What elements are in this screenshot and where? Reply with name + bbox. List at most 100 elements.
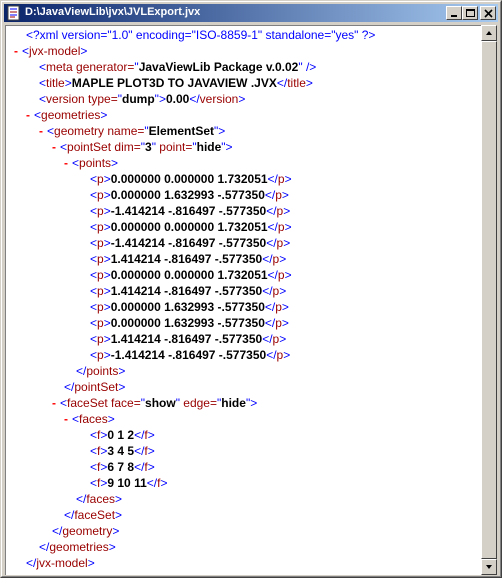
xml-bracket: >	[281, 316, 289, 330]
xml-bracket: >	[118, 364, 126, 378]
xml-node-faceset[interactable]: - <faceSet face="show" edge="hide">	[52, 395, 257, 411]
application-window: D:\JavaViewLib\jvx\JVLExport.jvx <?xml v…	[0, 0, 502, 578]
xml-tag-name: title	[46, 76, 65, 90]
collapse-toggle[interactable]: -	[64, 156, 68, 170]
xml-bracket: <	[39, 60, 47, 74]
minimize-button[interactable]	[446, 6, 462, 20]
xml-text: 0.000000 0.000000 1.732051	[110, 268, 268, 282]
xml-node-point: <p>0.000000 0.000000 1.732051</p>	[90, 219, 292, 235]
xml-attr-name: dim=	[111, 140, 141, 154]
xml-bracket: </	[266, 236, 277, 250]
collapse-toggle[interactable]: -	[64, 412, 68, 426]
xml-bracket: </	[189, 92, 200, 106]
xml-bracket: </	[39, 540, 50, 554]
xml-bracket: </	[276, 76, 288, 90]
collapse-toggle[interactable]: -	[52, 140, 56, 154]
xml-text: 0.000000 1.632993 -.577350	[110, 300, 265, 314]
window-title: D:\JavaViewLib\jvx\JVLExport.jvx	[25, 6, 201, 18]
xml-node-points[interactable]: - <points>	[64, 155, 118, 171]
xml-tag-name: faceSet	[74, 508, 116, 522]
xml-bracket: <	[90, 204, 98, 218]
xml-tag-name: faces	[79, 412, 108, 426]
xml-node-face: <f>0 1 2</f>	[90, 427, 155, 443]
xml-bracket: </	[64, 508, 75, 522]
xml-tag-name: geometries	[41, 108, 101, 122]
xml-bracket: >	[115, 492, 123, 506]
xml-bracket: </	[76, 364, 87, 378]
xml-node-point: <p>-1.414214 -.816497 -.577350</p>	[90, 235, 290, 251]
xml-close-points: </points>	[76, 363, 125, 379]
xml-node-jvx-model[interactable]: - <jvx-model>	[14, 43, 87, 59]
xml-tag-name: meta	[46, 60, 73, 74]
xml-bracket: <	[90, 428, 98, 442]
scroll-down-button[interactable]	[481, 559, 497, 575]
xml-bracket: </	[264, 188, 276, 202]
xml-bracket: >	[112, 524, 120, 538]
xml-bracket: >	[103, 204, 111, 218]
scroll-thumb[interactable]	[481, 41, 497, 559]
collapse-toggle[interactable]: -	[14, 44, 18, 58]
xml-attr-name: type=	[84, 92, 118, 106]
xml-tag-name: geometry	[54, 124, 105, 138]
xml-document-icon	[6, 5, 22, 21]
xml-bracket: >	[100, 108, 108, 122]
xml-bracket: </	[266, 204, 277, 218]
xml-bracket: <	[90, 316, 98, 330]
xml-bracket: >	[147, 428, 155, 442]
xml-attr-value: ElementSet	[148, 124, 215, 138]
xml-node-geometry[interactable]: - <geometry name="ElementSet">	[39, 123, 225, 139]
xml-node-pointset[interactable]: - <pointSet dim="3" point="hide">	[52, 139, 233, 155]
close-icon	[484, 9, 493, 18]
xml-bracket: >	[279, 332, 287, 346]
collapse-toggle[interactable]: -	[26, 108, 30, 122]
xml-bracket: >	[238, 92, 246, 106]
xml-bracket: >	[284, 268, 292, 282]
xml-node-point: <p>0.000000 1.632993 -.577350</p>	[90, 187, 289, 203]
xml-bracket: >	[160, 476, 168, 490]
xml-tag-name: p	[97, 284, 104, 298]
xml-text: -1.414214 -.816497 -.577350	[110, 236, 267, 250]
xml-bracket: </	[264, 316, 276, 330]
xml-node-geometries[interactable]: - <geometries>	[26, 107, 107, 123]
xml-tag-name: version	[46, 92, 85, 106]
xml-tag-name: pointSet	[74, 380, 119, 394]
xml-bracket: >	[283, 348, 291, 362]
xml-bracket: </	[134, 428, 145, 442]
xml-bracket: </	[262, 252, 273, 266]
xml-tag-name: p	[97, 332, 104, 346]
close-button[interactable]	[480, 6, 496, 20]
xml-bracket: >	[103, 348, 111, 362]
xml-bracket: >	[225, 140, 233, 154]
xml-close-geometry: </geometry>	[52, 523, 119, 539]
vertical-scrollbar[interactable]	[481, 25, 497, 575]
xml-tag-name: p	[97, 300, 104, 314]
collapse-toggle[interactable]: -	[39, 124, 43, 138]
xml-node-faces[interactable]: - <faces>	[64, 411, 115, 427]
xml-bracket: >	[281, 188, 289, 202]
xml-node-meta: <meta generator="JavaViewLib Package v.0…	[39, 59, 316, 75]
xml-bracket: </	[262, 332, 273, 346]
xml-tag-name: geometries	[49, 540, 109, 554]
xml-bracket: </	[146, 476, 158, 490]
xml-bracket: >	[103, 316, 111, 330]
title-bar[interactable]: D:\JavaViewLib\jvx\JVLExport.jvx	[4, 4, 498, 22]
xml-bracket: </	[52, 524, 63, 538]
xml-text: 0.000000 1.632993 -.577350	[110, 188, 265, 202]
xml-node-face: <f>6 7 8</f>	[90, 459, 155, 475]
xml-bracket: </	[64, 380, 75, 394]
xml-bracket: >	[283, 204, 291, 218]
xml-bracket: >	[103, 300, 111, 314]
xml-tag-name: p	[277, 220, 285, 234]
xml-bracket: </	[76, 492, 87, 506]
xml-attr-name: edge=	[179, 396, 217, 410]
xml-bracket: >	[283, 236, 291, 250]
xml-attr-name: face=	[107, 396, 141, 410]
maximize-button[interactable]	[462, 6, 478, 20]
xml-bracket: </	[134, 460, 145, 474]
xml-document-view[interactable]: <?xml version="1.0" encoding="ISO-8859-1…	[5, 25, 481, 575]
collapse-toggle[interactable]: -	[52, 396, 56, 410]
xml-attr-value: show	[145, 396, 176, 410]
xml-node-point: <p>1.414214 -.816497 -.577350</p>	[90, 283, 286, 299]
xml-bracket: <	[39, 76, 47, 90]
scroll-up-button[interactable]	[481, 25, 497, 41]
